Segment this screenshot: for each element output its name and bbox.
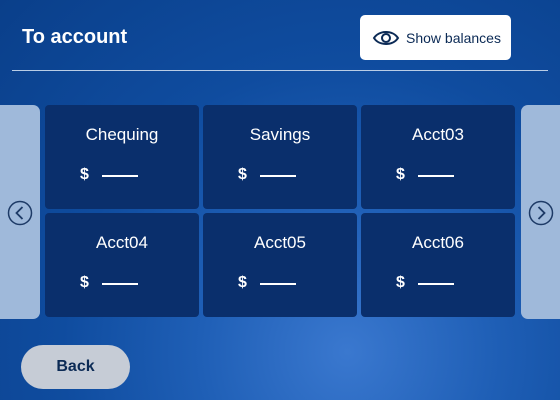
currency-symbol: $ bbox=[80, 274, 89, 291]
hidden-balance bbox=[418, 175, 454, 177]
currency-symbol: $ bbox=[80, 166, 89, 183]
account-tile-acct03[interactable]: Acct03 $ bbox=[361, 105, 515, 209]
show-balances-button[interactable]: Show balances bbox=[360, 15, 511, 60]
hidden-balance bbox=[102, 283, 138, 285]
account-tile-acct04[interactable]: Acct04 $ bbox=[45, 213, 199, 317]
account-tile-acct05[interactable]: Acct05 $ bbox=[203, 213, 357, 317]
eye-icon bbox=[372, 31, 400, 45]
account-tile-chequing[interactable]: Chequing $ bbox=[45, 105, 199, 209]
account-name: Acct04 bbox=[96, 233, 148, 252]
account-name: Acct03 bbox=[412, 125, 464, 144]
currency-symbol: $ bbox=[238, 274, 247, 291]
hidden-balance bbox=[418, 283, 454, 285]
account-tile-acct06[interactable]: Acct06 $ bbox=[361, 213, 515, 317]
hidden-balance bbox=[260, 283, 296, 285]
currency-symbol: $ bbox=[238, 166, 247, 183]
header-divider bbox=[12, 70, 548, 71]
currency-symbol: $ bbox=[396, 166, 405, 183]
back-button-label: Back bbox=[56, 358, 95, 375]
back-button[interactable]: Back bbox=[21, 345, 130, 389]
chevron-left-circle-icon bbox=[7, 200, 33, 226]
account-name: Acct05 bbox=[254, 233, 306, 252]
hidden-balance bbox=[102, 175, 138, 177]
account-tile-savings[interactable]: Savings $ bbox=[203, 105, 357, 209]
show-balances-label: Show balances bbox=[406, 30, 501, 46]
page-title: To account bbox=[22, 26, 128, 48]
chevron-right-circle-icon bbox=[528, 200, 554, 226]
account-name: Acct06 bbox=[412, 233, 464, 252]
previous-page-button[interactable] bbox=[0, 105, 40, 319]
currency-symbol: $ bbox=[396, 274, 405, 291]
account-name: Savings bbox=[249, 125, 311, 144]
account-name: Chequing bbox=[85, 125, 159, 144]
next-page-button[interactable] bbox=[521, 105, 560, 319]
hidden-balance bbox=[260, 175, 296, 177]
